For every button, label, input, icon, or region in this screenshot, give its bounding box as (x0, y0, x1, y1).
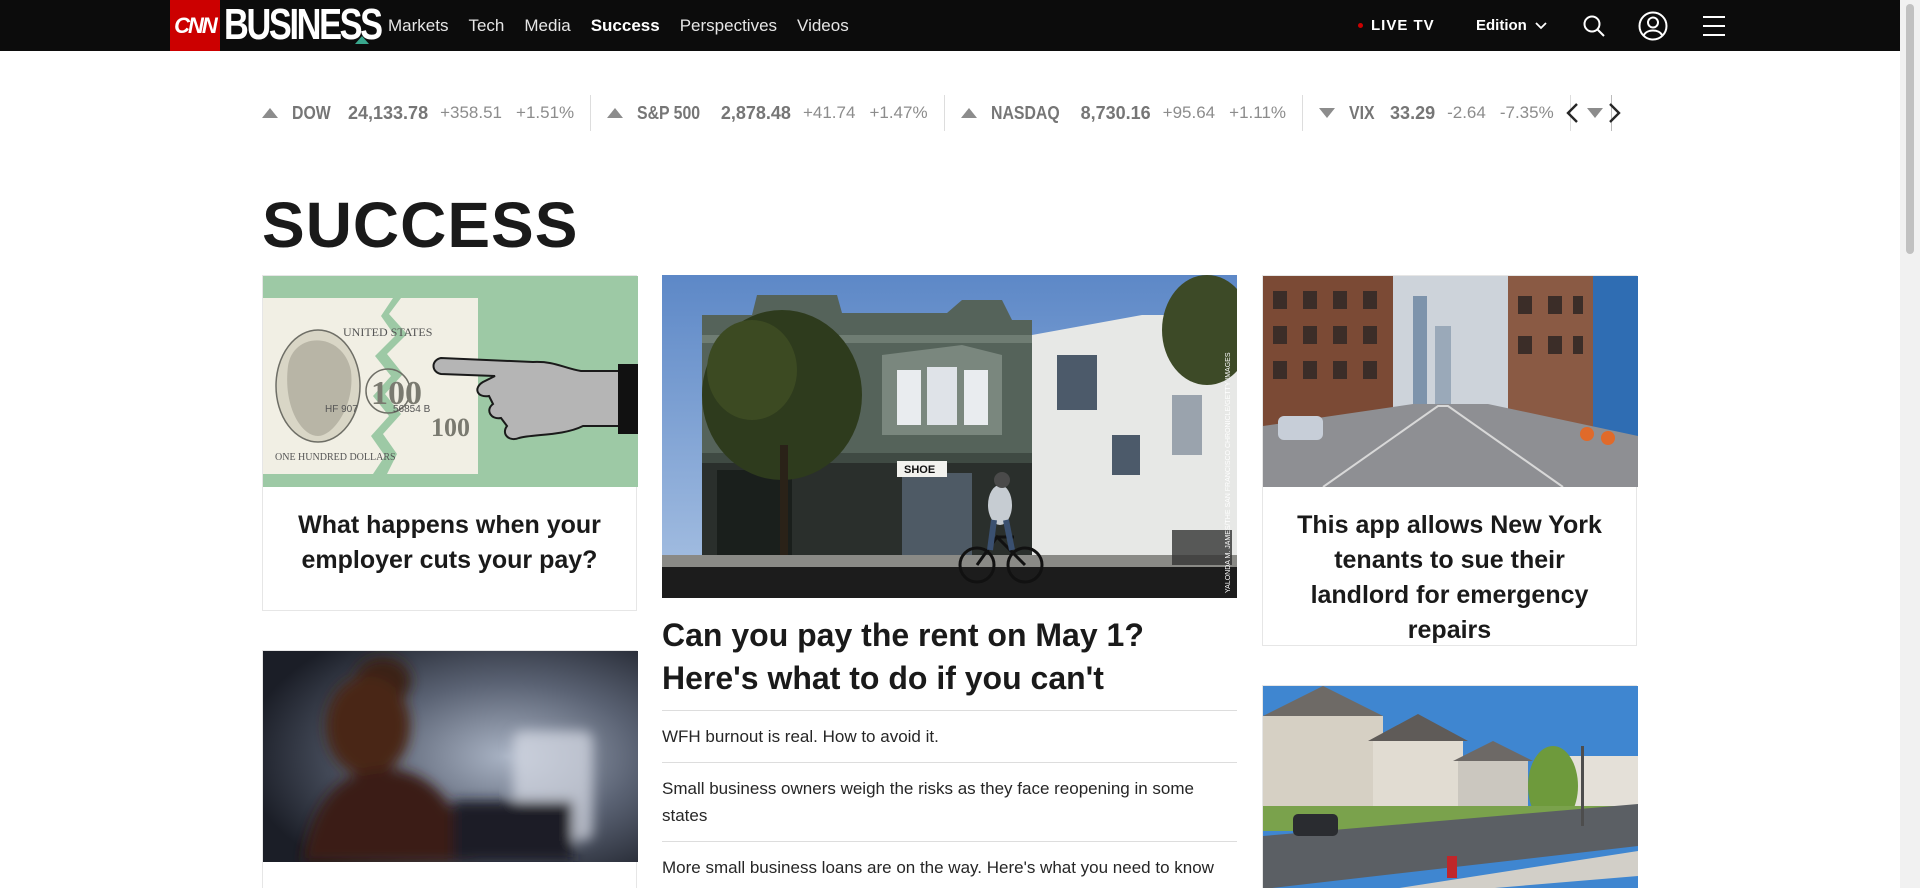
lead-story-image[interactable]: SHOE YALONDA M. JAMES/THE SAN FRANCISCO … (662, 275, 1237, 598)
scrollbar-thumb[interactable] (1906, 4, 1914, 254)
nav-item-media[interactable]: Media (524, 16, 570, 36)
logo-triangle-icon (355, 36, 369, 44)
story-image-suburb[interactable] (1263, 686, 1638, 888)
story-card-housing[interactable] (1262, 685, 1638, 888)
ticker-change: +41.74 (802, 103, 856, 122)
ticker-name: VIX (1349, 102, 1375, 123)
user-icon (1638, 11, 1668, 41)
chevron-right-icon (1609, 103, 1621, 123)
live-tv-link[interactable]: LIVE TV (1358, 0, 1435, 51)
ticker-value: 2,878.48 (720, 102, 791, 123)
cnn-logo[interactable]: CNN (170, 0, 220, 51)
bill-serial-2: 56854 B (393, 404, 431, 415)
empty-street-photo (1263, 276, 1638, 487)
ticker-next-button[interactable] (1600, 98, 1630, 128)
nav-item-tech[interactable]: Tech (468, 16, 504, 36)
ticker-name: S&P 500 (637, 102, 701, 123)
story-image-ny-street[interactable] (1263, 276, 1638, 487)
edition-label: Edition (1476, 17, 1527, 34)
hamburger-menu-icon (1703, 16, 1725, 36)
search-icon (1583, 15, 1605, 37)
suburban-street-photo (1263, 686, 1638, 888)
lead-story-headline[interactable]: Can you pay the rent on May 1? Here's wh… (662, 614, 1237, 700)
arrow-up-icon (960, 108, 977, 118)
ticker-change: -2.64 (1447, 103, 1486, 122)
edition-dropdown[interactable]: Edition (1476, 0, 1547, 51)
market-ticker: DOW 24,133.78 +358.51 +1.51% S&P 500 2,8… (262, 95, 1612, 131)
photo-credit: YALONDA M. JAMES/THE SAN FRANCISCO CHRON… (1225, 352, 1232, 593)
laptop-silhouette-photo (263, 651, 638, 862)
story-image-pay-cut[interactable]: UNITED STATES 100 HF 907 56854 B ONE HUN… (263, 276, 638, 487)
ticker-change: +358.51 (440, 103, 503, 122)
ticker-value: 24,133.78 (348, 102, 429, 123)
bill-text-bottom: ONE HUNDRED DOLLARS (275, 452, 396, 463)
related-story-link[interactable]: Small business owners weigh the risks as… (662, 762, 1237, 841)
nav-item-perspectives[interactable]: Perspectives (680, 16, 777, 36)
ticker-percent: +1.51% (516, 103, 575, 122)
search-button[interactable] (1579, 11, 1609, 41)
story-card-pay-cut[interactable]: UNITED STATES 100 HF 907 56854 B ONE HUN… (262, 275, 638, 611)
ticker-percent: +1.47% (869, 103, 928, 122)
nav-item-success[interactable]: Success (591, 16, 660, 36)
chevron-left-icon (1566, 103, 1578, 123)
ticker-name: NASDAQ (990, 102, 1060, 123)
account-button[interactable] (1638, 11, 1668, 41)
ticker-prev-button[interactable] (1557, 98, 1587, 128)
live-tv-label: LIVE TV (1371, 17, 1435, 34)
story-card-wfh[interactable] (262, 650, 638, 888)
ticker-item-nasdaq[interactable]: NASDAQ 8,730.16 +95.64 +1.11% (945, 95, 1304, 131)
page-scrollbar[interactable] (1900, 0, 1920, 888)
ticker-value: 8,730.16 (1080, 102, 1151, 123)
ticker-percent: +1.11% (1229, 103, 1287, 122)
section-nav: Markets Tech Media Success Perspectives … (388, 0, 849, 51)
arrow-down-icon (1319, 108, 1336, 118)
menu-button[interactable] (1699, 11, 1729, 41)
nav-item-markets[interactable]: Markets (388, 16, 448, 36)
bill-text-top: UNITED STATES (343, 325, 432, 339)
ticker-item-sp500[interactable]: S&P 500 2,878.48 +41.74 +1.47% (591, 95, 945, 131)
ticker-change: +95.64 (1162, 103, 1216, 122)
arrow-up-icon (607, 108, 624, 118)
ticker-item-vix[interactable]: VIX 33.29 -2.64 -7.35% (1303, 95, 1571, 131)
story-card-ny-app[interactable]: This app allows New York tenants to sue … (1262, 275, 1638, 648)
ticker-percent: -7.35% (1499, 103, 1554, 122)
related-story-link[interactable]: More small business loans are on the way… (662, 841, 1237, 888)
live-dot-icon (1358, 23, 1363, 28)
bill-denomination-corner: 100 (431, 413, 470, 442)
money-illustration: UNITED STATES 100 HF 907 56854 B ONE HUN… (263, 276, 638, 487)
page-title: SUCCESS (262, 189, 579, 261)
related-stories-list: WFH burnout is real. How to avoid it. Sm… (662, 710, 1237, 888)
ticker-name: DOW (292, 102, 331, 123)
nav-item-videos[interactable]: Videos (797, 16, 849, 36)
ticker-value: 33.29 (1390, 102, 1436, 123)
bill-serial: HF 907 (325, 404, 358, 415)
shop-sign-text: SHOE (904, 464, 935, 476)
storefront-cyclist-photo: SHOE YALONDA M. JAMES/THE SAN FRANCISCO … (662, 275, 1237, 598)
chevron-down-icon (1535, 21, 1547, 29)
story-headline-pay-cut[interactable]: What happens when your employer cuts you… (263, 508, 636, 578)
ticker-item-dow[interactable]: DOW 24,133.78 +358.51 +1.51% (262, 95, 592, 131)
story-headline-ny-app[interactable]: This app allows New York tenants to sue … (1263, 508, 1636, 648)
arrow-up-icon (262, 108, 278, 118)
related-story-link[interactable]: WFH burnout is real. How to avoid it. (662, 710, 1237, 762)
story-image-wfh[interactable] (263, 651, 638, 862)
top-navigation-bar: CNN BUSINESS Markets Tech Media Success … (0, 0, 1900, 51)
